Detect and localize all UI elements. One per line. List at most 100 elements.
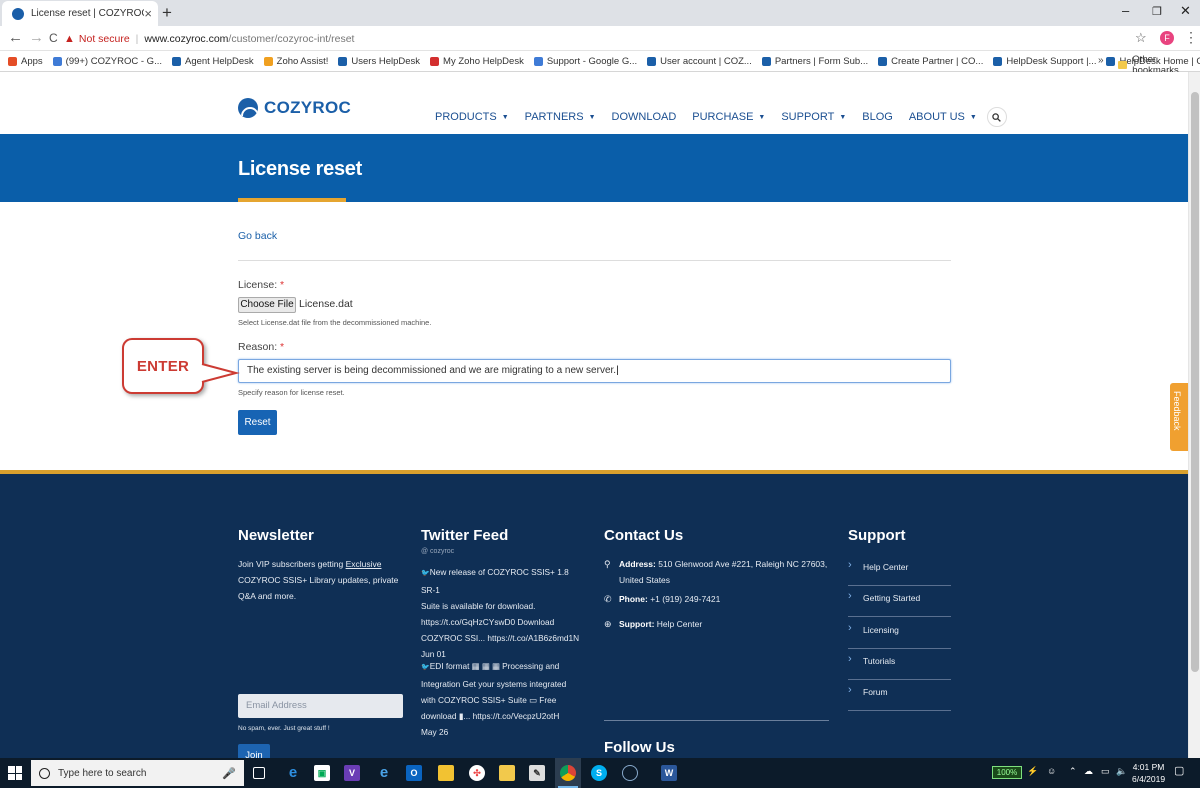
newsletter-text-1: Join VIP subscribers getting bbox=[238, 559, 346, 569]
bookmark-item[interactable]: Create Partner | CO... bbox=[878, 56, 983, 67]
edge-browser-icon[interactable]: e bbox=[285, 765, 301, 781]
feedback-tab[interactable]: Feedback bbox=[1170, 383, 1188, 451]
paint-icon[interactable]: ✎ bbox=[529, 765, 545, 781]
sticky-notes-icon[interactable] bbox=[438, 765, 454, 781]
bookmark-item[interactable]: Partners | Form Sub... bbox=[761, 56, 868, 67]
taskbar-search-box[interactable]: Type here to search 🎤 bbox=[31, 760, 244, 786]
file-explorer-icon[interactable] bbox=[499, 765, 515, 781]
nav-item-blog[interactable]: BLOG bbox=[862, 111, 893, 123]
support-link-tutorials[interactable]: › Tutorials bbox=[848, 648, 951, 680]
power-plug-icon[interactable]: ⚡ bbox=[1027, 766, 1038, 777]
cozyroc-logo[interactable]: COZYROC bbox=[238, 98, 351, 118]
system-clock[interactable]: 4:01 PM 6/4/2019 bbox=[1132, 761, 1165, 785]
reset-button[interactable]: Reset bbox=[238, 410, 277, 435]
bookmark-item[interactable]: Zoho Assist! bbox=[263, 56, 328, 67]
bookmark-favicon-icon bbox=[761, 56, 771, 66]
not-secure-label[interactable]: Not secure bbox=[79, 33, 130, 45]
volume-icon[interactable]: 🔈 bbox=[1116, 766, 1127, 777]
email-input[interactable]: Email Address bbox=[238, 694, 403, 718]
browser-menu-icon[interactable]: ⋮ bbox=[1184, 29, 1198, 46]
nav-item-partners[interactable]: PARTNERS ▼ bbox=[525, 111, 596, 123]
nav-item-label: ABOUT US bbox=[908, 111, 965, 123]
internet-explorer-icon[interactable]: e bbox=[376, 765, 392, 781]
bookmark-label: Users HelpDesk bbox=[351, 55, 421, 67]
task-view-icon[interactable] bbox=[253, 767, 265, 779]
callout-pointer-icon bbox=[201, 363, 240, 383]
twitter-handle[interactable]: @ cozyroc bbox=[421, 548, 454, 555]
newsletter-title: Newsletter bbox=[238, 527, 314, 544]
page-scrollbar[interactable] bbox=[1188, 72, 1200, 758]
go-back-link[interactable]: Go back bbox=[238, 230, 277, 242]
choose-file-button[interactable]: Choose File bbox=[238, 297, 296, 313]
close-window-icon[interactable]: ✕ bbox=[1180, 3, 1191, 19]
page-title: License reset bbox=[238, 158, 362, 180]
restore-window-icon[interactable]: ❐ bbox=[1152, 5, 1162, 18]
skype-icon[interactable]: S bbox=[591, 765, 607, 781]
bookmark-item[interactable]: Apps bbox=[8, 56, 43, 67]
bookmark-item[interactable]: My Zoho HelpDesk bbox=[430, 56, 524, 67]
action-center-icon[interactable]: ▢ bbox=[1174, 764, 1184, 777]
warning-triangle-icon: ▲ bbox=[64, 32, 75, 45]
url-separator: | bbox=[135, 32, 139, 45]
new-tab-button[interactable]: + bbox=[162, 3, 172, 23]
support-link-licensing[interactable]: › Licensing bbox=[848, 617, 951, 649]
cozyroc-app-icon[interactable] bbox=[622, 765, 638, 781]
network-icon[interactable]: ▭ bbox=[1101, 766, 1110, 777]
nav-item-support[interactable]: SUPPORT ▼ bbox=[781, 111, 846, 123]
nav-item-label: BLOG bbox=[862, 111, 893, 123]
bookmark-item[interactable]: Users HelpDesk bbox=[338, 56, 420, 67]
support-link-label: Help Center bbox=[863, 562, 909, 572]
windows-start-icon[interactable] bbox=[8, 766, 22, 780]
support-link-label: Licensing bbox=[863, 624, 899, 635]
people-icon[interactable]: ☺ bbox=[1047, 766, 1056, 776]
bookmark-item[interactable]: (99+) COZYROC - G... bbox=[52, 55, 162, 67]
exclusive-link[interactable]: Exclusive bbox=[346, 559, 382, 569]
profile-avatar[interactable]: F bbox=[1160, 31, 1174, 45]
scrollbar-thumb[interactable] bbox=[1191, 92, 1199, 672]
onedrive-cloud-icon[interactable]: ☁ bbox=[1084, 766, 1093, 777]
browser-tab-active[interactable]: License reset | COZYROC × bbox=[2, 1, 158, 26]
enter-callout: ENTER bbox=[122, 338, 204, 394]
reason-input[interactable]: The existing server is being decommissio… bbox=[238, 359, 951, 383]
store-icon[interactable]: ▣ bbox=[314, 765, 330, 781]
support-link-getting-started[interactable]: › Getting Started bbox=[848, 585, 951, 618]
forward-arrow-icon[interactable]: → bbox=[29, 29, 44, 46]
outlook-icon[interactable]: O bbox=[406, 765, 422, 781]
url-host: www.cozyroc.com bbox=[144, 32, 229, 45]
minimize-window-icon[interactable]: – bbox=[1122, 3, 1129, 18]
chevron-right-icon: › bbox=[848, 684, 852, 697]
chrome-icon[interactable] bbox=[560, 765, 576, 781]
tweet-line: Integration Get your systems integrated bbox=[421, 679, 567, 689]
slack-icon[interactable]: ✣ bbox=[469, 765, 485, 781]
back-arrow-icon[interactable]: ← bbox=[8, 29, 23, 46]
bookmark-item[interactable]: HelpDesk Support |... bbox=[993, 56, 1096, 67]
url-field[interactable]: ▲ Not secure | www.cozyroc.com /customer… bbox=[64, 28, 1154, 49]
follow-us-title: Follow Us bbox=[604, 739, 675, 756]
no-spam-note: No spam, ever. Just great stuff ! bbox=[238, 725, 330, 732]
site-search-icon[interactable] bbox=[986, 107, 1007, 127]
support-link-help-center[interactable]: › Help Center bbox=[848, 554, 951, 586]
tab-close-icon[interactable]: × bbox=[144, 6, 152, 21]
more-bookmarks-chevron-icon[interactable]: » bbox=[1098, 55, 1104, 66]
nav-item-download[interactable]: DOWNLOAD bbox=[612, 111, 677, 123]
bookmark-star-icon[interactable]: ☆ bbox=[1135, 30, 1147, 46]
twitter-bird-icon: 🐦 bbox=[421, 570, 430, 577]
nav-item-purchase[interactable]: PURCHASE ▼ bbox=[692, 111, 765, 123]
battery-indicator[interactable]: 100% bbox=[992, 766, 1022, 779]
support-link-forum[interactable]: › Forum bbox=[848, 679, 951, 712]
support-label: Support: bbox=[619, 619, 655, 629]
visual-studio-icon[interactable]: V bbox=[344, 765, 360, 781]
bookmark-label: (99+) COZYROC - G... bbox=[65, 55, 162, 67]
reload-icon[interactable]: C bbox=[49, 31, 58, 45]
bookmark-item[interactable]: User account | COZ... bbox=[647, 56, 752, 67]
word-icon[interactable]: W bbox=[661, 765, 677, 781]
microphone-icon[interactable]: 🎤 bbox=[222, 767, 236, 780]
show-hidden-icons-chevron-icon[interactable]: ⌃ bbox=[1069, 766, 1077, 777]
nav-item-about-us[interactable]: ABOUT US ▼ bbox=[909, 111, 977, 123]
join-button[interactable]: Join bbox=[238, 744, 270, 758]
required-mark: * bbox=[280, 341, 285, 353]
bookmark-item[interactable]: Agent HelpDesk bbox=[172, 56, 254, 67]
support-link[interactable]: Help Center bbox=[657, 619, 702, 629]
bookmark-item[interactable]: Support - Google G... bbox=[533, 56, 637, 67]
nav-item-products[interactable]: PRODUCTS ▼ bbox=[435, 111, 509, 123]
